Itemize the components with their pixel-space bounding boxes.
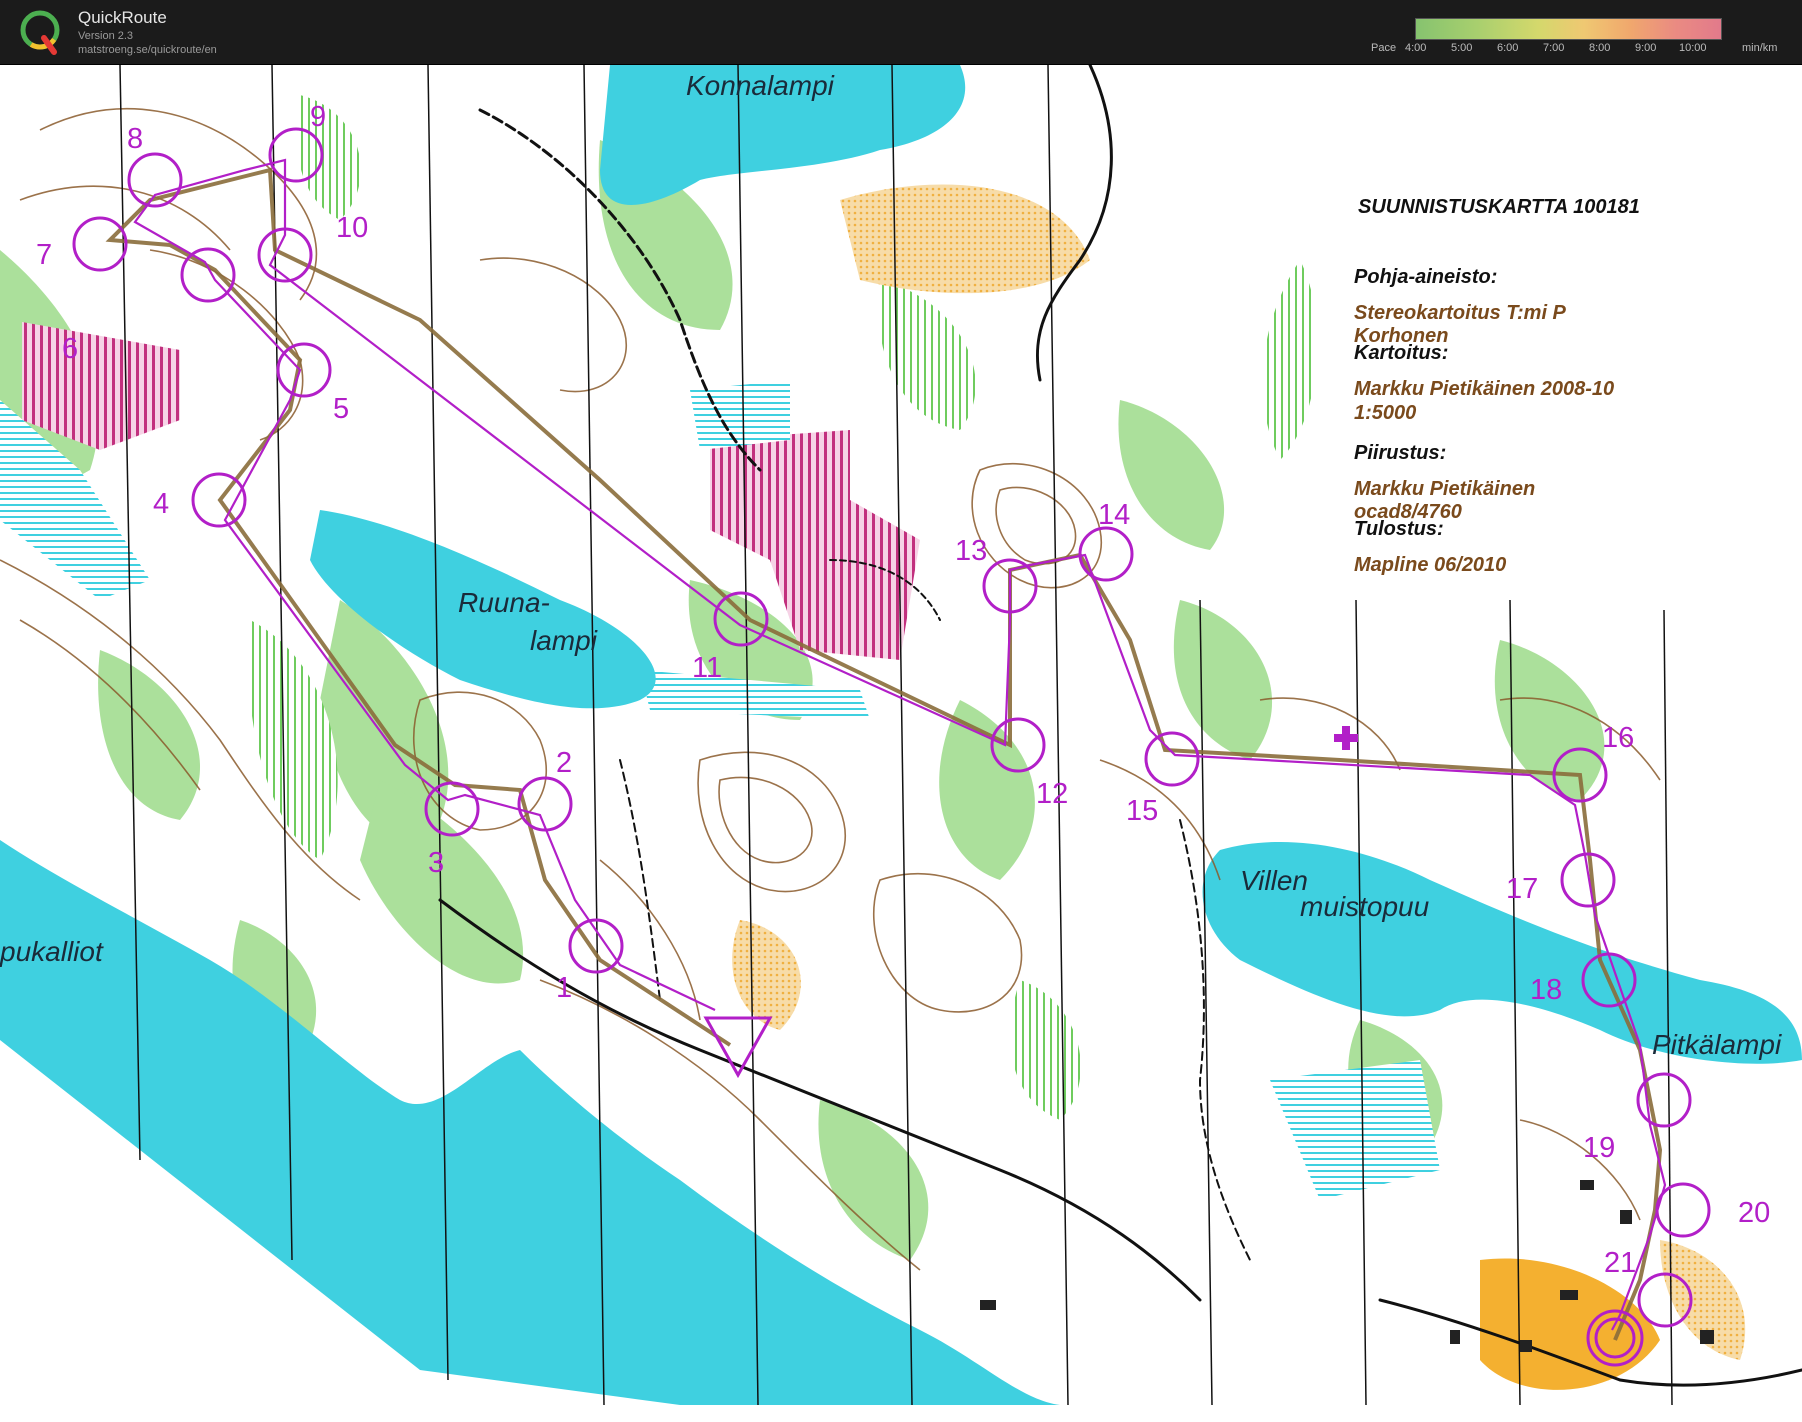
control-number: 9 <box>310 101 326 133</box>
control-number: 6 <box>62 333 78 365</box>
control-number: 2 <box>556 747 572 779</box>
map-info-block: SUUNNISTUSKARTTA 100181 Pohja-aineisto: … <box>1312 180 1642 600</box>
mapping-label: Kartoitus: <box>1354 342 1449 364</box>
pace-label: Pace <box>1371 42 1397 54</box>
app-header: QuickRoute Version 2.3 matstroeng.se/qui… <box>0 0 1802 65</box>
printing-value: Mapline 06/2010 <box>1354 554 1507 576</box>
control-number: 7 <box>36 239 52 271</box>
control-number: 17 <box>1506 873 1538 905</box>
drawing-label: Piirustus: <box>1354 442 1447 464</box>
control-number: 13 <box>955 535 987 567</box>
control-number: 5 <box>333 393 349 425</box>
pace-tick: 4:00 <box>1405 42 1427 54</box>
lake-name-pitkalampi: Pitkälampi <box>1652 1029 1782 1060</box>
control-number: 19 <box>1583 1132 1615 1164</box>
app-name: QuickRoute <box>78 8 167 27</box>
control-number: 20 <box>1738 1197 1770 1229</box>
control-number: 11 <box>692 652 722 684</box>
control-number: 21 <box>1604 1247 1636 1279</box>
control-number: 8 <box>127 123 143 155</box>
pace-unit: min/km <box>1742 42 1778 54</box>
pace-tick: 8:00 <box>1589 42 1611 54</box>
pace-tick: 5:00 <box>1451 42 1473 54</box>
lake-name-villen-2: muistopuu <box>1300 891 1430 922</box>
control-number: 10 <box>336 212 368 244</box>
control-number: 18 <box>1530 974 1562 1006</box>
mapping-value: Markku Pietikäinen 2008-10 <box>1354 378 1615 400</box>
pace-color-scale <box>1415 18 1722 40</box>
lake-name-ruunalampi-1: Ruuna- <box>458 587 550 618</box>
control-number: 12 <box>1036 778 1068 810</box>
control-number: 14 <box>1098 499 1130 531</box>
control-number: 16 <box>1602 722 1634 754</box>
pace-tick: 10:00 <box>1679 42 1707 54</box>
lake-name-villen-1: Villen <box>1240 865 1308 896</box>
control-number: 1 <box>556 972 572 1004</box>
pace-tick: 6:00 <box>1497 42 1519 54</box>
map-title: SUUNNISTUSKARTTA 100181 <box>1358 196 1640 218</box>
area-name-pukalliot: pukalliot <box>0 936 104 967</box>
base-label: Pohja-aineisto: <box>1354 266 1498 288</box>
control-number: 15 <box>1126 795 1158 827</box>
printing-label: Tulostus: <box>1354 518 1444 540</box>
app-version: Version 2.3 <box>78 30 134 42</box>
lake-name-ruunalampi-2: lampi <box>530 625 598 656</box>
control-number: 3 <box>428 847 444 879</box>
pace-tick: 7:00 <box>1543 42 1565 54</box>
map-scale: 1:5000 <box>1354 402 1417 424</box>
control-number: 4 <box>153 488 169 520</box>
quickroute-logo-icon <box>20 10 60 55</box>
app-url-link[interactable]: matstroeng.se/quickroute/en <box>78 44 217 56</box>
pace-tick: 9:00 <box>1635 42 1657 54</box>
lake-name-konnalampi: Konnalampi <box>686 70 835 101</box>
